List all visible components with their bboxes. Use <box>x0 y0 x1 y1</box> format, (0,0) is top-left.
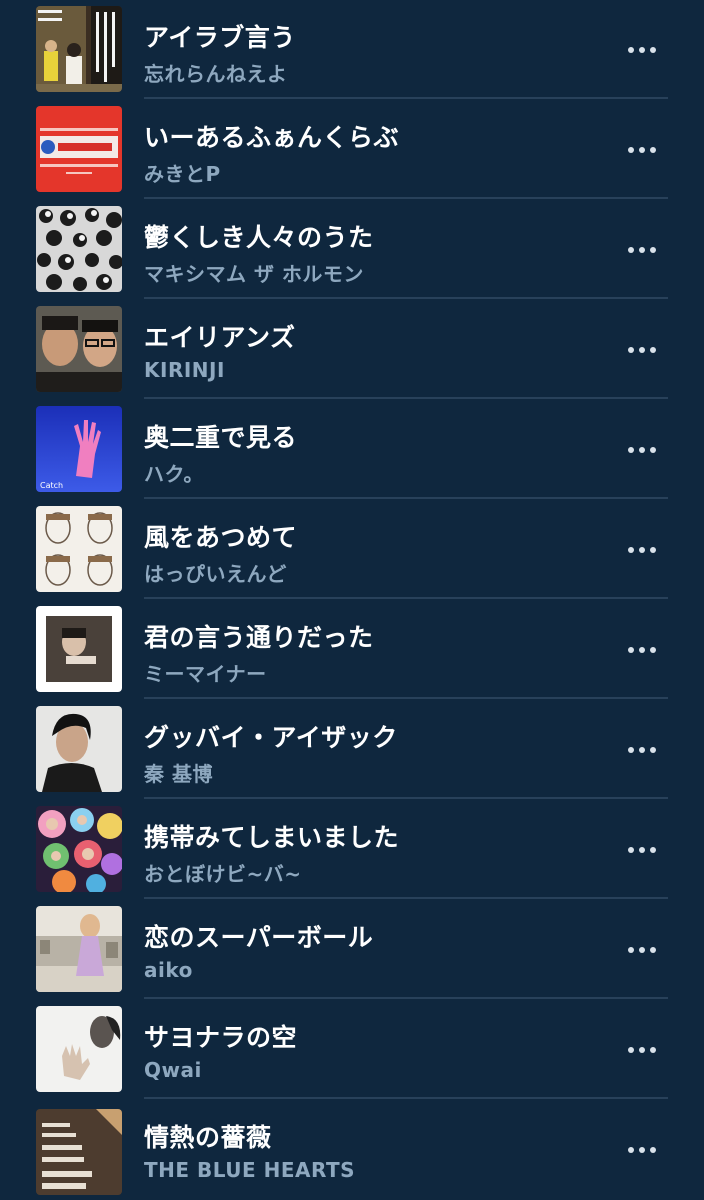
song-row[interactable]: 携帯みてしまいました おとぼけビ~バ~ <box>0 800 704 900</box>
song-artist: KIRINJI <box>144 358 225 382</box>
song-artist: 忘れらんねえよ <box>144 62 288 86</box>
song-artist: ハク。 <box>144 462 204 486</box>
row-divider <box>144 697 668 699</box>
more-horizontal-icon[interactable] <box>620 635 664 665</box>
song-artist: マキシマム ザ ホルモン <box>144 262 364 286</box>
more-horizontal-icon[interactable] <box>620 1035 664 1065</box>
album-art-duo <box>36 306 122 392</box>
song-row[interactable]: 鬱くしき人々のうた マキシマム ザ ホルモン <box>0 200 704 300</box>
song-row[interactable]: いーあるふぁんくらぶ みきとP <box>0 100 704 200</box>
row-divider <box>144 797 668 799</box>
song-title: 恋のスーパーボール <box>144 923 374 952</box>
row-divider <box>144 397 668 399</box>
song-title: サヨナラの空 <box>144 1023 298 1052</box>
song-row[interactable]: サヨナラの空 Qwai <box>0 1000 704 1100</box>
more-horizontal-icon[interactable] <box>620 135 664 165</box>
album-art-red <box>36 106 122 192</box>
more-horizontal-icon[interactable] <box>620 435 664 465</box>
song-artist: 秦 基博 <box>144 762 213 786</box>
song-artist: Qwai <box>144 1058 202 1082</box>
more-horizontal-icon[interactable] <box>620 1135 664 1165</box>
row-divider <box>144 997 668 999</box>
song-artist: aiko <box>144 958 193 982</box>
song-title: 君の言う通りだった <box>144 623 374 652</box>
album-art-hand <box>36 1006 122 1092</box>
row-divider <box>144 597 668 599</box>
song-row[interactable]: Catch 奥二重で見る ハク。 <box>0 400 704 500</box>
song-artist: はっぴいえんど <box>144 562 287 586</box>
album-art-rooftop <box>36 906 122 992</box>
song-artist: みきとP <box>144 162 221 186</box>
more-horizontal-icon[interactable] <box>620 335 664 365</box>
album-art-collage <box>36 806 122 892</box>
song-artist: ミーマイナー <box>144 662 267 686</box>
album-art-ilove <box>36 6 122 92</box>
more-horizontal-icon[interactable] <box>620 235 664 265</box>
row-divider <box>144 497 668 499</box>
row-divider <box>144 1097 668 1099</box>
album-art-blue-hearts <box>36 1109 122 1195</box>
song-row[interactable]: 風をあつめて はっぴいえんど <box>0 500 704 600</box>
song-title: 携帯みてしまいました <box>144 823 400 852</box>
row-divider <box>144 197 668 199</box>
song-artist: おとぼけビ~バ~ <box>144 862 302 886</box>
row-divider <box>144 297 668 299</box>
album-art-portrait <box>36 706 122 792</box>
song-artist: THE BLUE HEARTS <box>144 1158 356 1182</box>
song-title: エイリアンズ <box>144 323 296 352</box>
song-title: 情熱の薔薇 <box>144 1123 272 1152</box>
song-list: アイラブ言う 忘れらんねえよ いーあるふぁんくらぶ みきとP 鬱くしき人々のうた… <box>0 0 704 1200</box>
song-title: 奥二重で見る <box>144 423 298 452</box>
more-horizontal-icon[interactable] <box>620 935 664 965</box>
album-art-pattern <box>36 206 122 292</box>
song-row[interactable]: 情熱の薔薇 THE BLUE HEARTS <box>0 1100 704 1200</box>
song-row[interactable]: エイリアンズ KIRINJI <box>0 300 704 400</box>
song-row[interactable]: 恋のスーパーボール aiko <box>0 900 704 1000</box>
song-row[interactable]: アイラブ言う 忘れらんねえよ <box>0 0 704 100</box>
album-art-faces <box>36 506 122 592</box>
song-title: アイラブ言う <box>144 23 296 52</box>
more-horizontal-icon[interactable] <box>620 735 664 765</box>
song-title: いーあるふぁんくらぶ <box>144 123 400 152</box>
more-horizontal-icon[interactable] <box>620 535 664 565</box>
row-divider <box>144 97 668 99</box>
album-art-catch: Catch <box>36 406 122 492</box>
song-title: 鬱くしき人々のうた <box>144 223 374 252</box>
song-title: グッバイ・アイザック <box>144 723 398 752</box>
song-row[interactable]: グッバイ・アイザック 秦 基博 <box>0 700 704 800</box>
album-art-text: Catch <box>40 481 63 490</box>
album-art-photo-frame <box>36 606 122 692</box>
row-divider <box>144 897 668 899</box>
song-row[interactable]: 君の言う通りだった ミーマイナー <box>0 600 704 700</box>
more-horizontal-icon[interactable] <box>620 835 664 865</box>
song-title: 風をあつめて <box>144 523 298 552</box>
more-horizontal-icon[interactable] <box>620 35 664 65</box>
